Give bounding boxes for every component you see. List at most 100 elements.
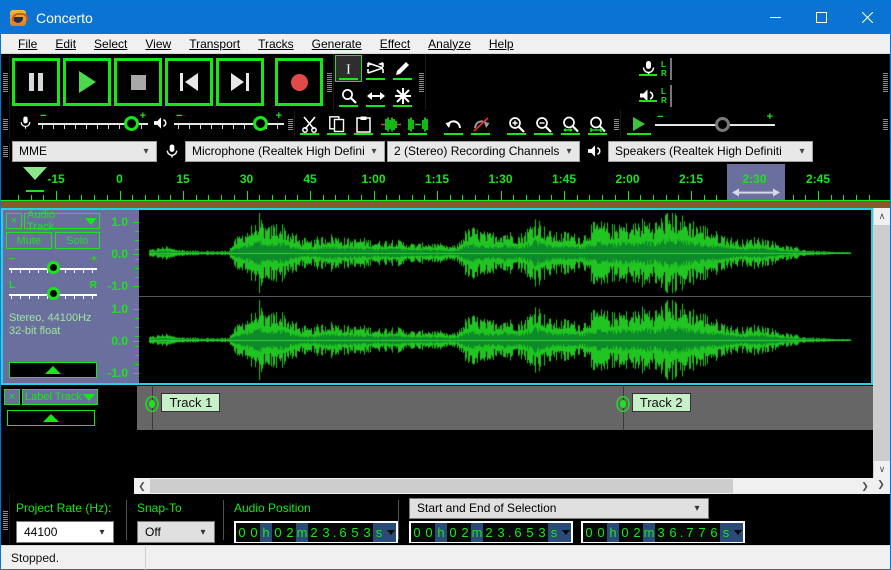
time-unit[interactable]: h — [260, 522, 272, 542]
time-spinner[interactable] — [560, 522, 571, 542]
label-text[interactable]: Track 1 — [161, 393, 221, 412]
cut-button[interactable] — [296, 111, 323, 137]
fit-selection-button[interactable] — [557, 111, 584, 137]
time-digit[interactable]: 0 — [411, 522, 423, 542]
time-digit[interactable]: 2 — [308, 522, 320, 542]
selection-drag-handle[interactable] — [729, 186, 783, 198]
audio-track[interactable]: × Audio Track Mute Solo − + L R Stereo, … — [1, 208, 873, 385]
envelope-tool[interactable] — [362, 55, 389, 82]
slider-thumb[interactable] — [715, 117, 730, 132]
record-button[interactable] — [275, 58, 323, 106]
time-digit[interactable]: 7 — [696, 522, 708, 542]
scroll-corner-arrow[interactable]: ❯ — [874, 479, 888, 492]
playback-volume-slider[interactable]: − + — [174, 110, 284, 135]
playback-meter[interactable]: L R -57-54-51-48-45-42-39-36-33-30-27-24… — [635, 83, 672, 108]
time-digit[interactable]: 6 — [667, 522, 679, 542]
snap-to-select[interactable]: Off ▾ — [137, 521, 215, 543]
time-digit[interactable]: 3 — [655, 522, 667, 542]
paste-button[interactable] — [350, 111, 377, 137]
label-track[interactable]: × Label Track Track 1 Track 2 — [1, 386, 873, 430]
copy-button[interactable] — [323, 111, 350, 137]
waveform-channel-right[interactable] — [139, 297, 859, 383]
stop-button[interactable] — [114, 58, 162, 106]
time-digit[interactable]: 6 — [512, 522, 524, 542]
zoom-tool[interactable] — [335, 82, 362, 109]
recording-volume-slider[interactable]: − + — [38, 110, 148, 135]
time-digit[interactable]: 3 — [361, 522, 373, 542]
scroll-up-button[interactable]: ∧ — [874, 208, 890, 225]
close-track-button[interactable]: × — [4, 389, 20, 405]
vertical-scrollbar[interactable]: ∧ ∨ — [873, 208, 890, 478]
zoom-out-button[interactable] — [530, 111, 557, 137]
zoom-in-button[interactable] — [503, 111, 530, 137]
time-unit[interactable]: s — [720, 522, 732, 542]
playback-meter-grip[interactable] — [881, 54, 890, 110]
multi-tool[interactable] — [389, 82, 416, 109]
time-digit[interactable]: 3 — [495, 522, 507, 542]
pan-slider[interactable]: L R — [9, 280, 97, 304]
time-unit[interactable]: s — [373, 522, 385, 542]
scroll-right-button[interactable]: ❯ — [857, 481, 873, 492]
menu-analyze[interactable]: Analyze — [419, 35, 480, 53]
track-name-dropdown[interactable]: Audio Track — [24, 209, 100, 233]
time-digit[interactable]: 0 — [583, 522, 595, 542]
timeline-ruler[interactable]: -15 0 15 30 45 1:00 1:15 1:30 1:45 2:00 2:15 2:30 2:… — [1, 164, 890, 208]
recording-meter[interactable]: L R -57-54-51-48-45-42-39-36-33-30-27-24… — [635, 56, 672, 81]
time-unit[interactable]: m — [296, 522, 308, 542]
label-handle-icon[interactable] — [145, 395, 160, 413]
silence-audio-button[interactable] — [404, 111, 431, 137]
tools-toolbar-grip[interactable] — [325, 54, 334, 110]
transport-toolbar-grip[interactable] — [1, 54, 10, 110]
time-digit[interactable]: 2 — [459, 522, 471, 542]
waveform-display[interactable] — [139, 210, 871, 383]
pinned-play-head-icon[interactable] — [23, 167, 47, 180]
menu-help[interactable]: Help — [480, 35, 523, 53]
time-digit[interactable]: 3 — [320, 522, 332, 542]
time-digit[interactable]: 3 — [536, 522, 548, 542]
play-at-speed-button[interactable] — [623, 111, 655, 137]
scroll-down-button[interactable]: ∨ — [874, 461, 890, 478]
ruler-scale[interactable]: -15 0 15 30 45 1:00 1:15 1:30 1:45 2:00 2:15 2:30 2:… — [1, 164, 890, 200]
menu-view[interactable]: View — [136, 35, 180, 53]
menu-file[interactable]: File — [9, 35, 46, 53]
horizontal-scrollbar[interactable]: ❮ ❯ — [134, 478, 873, 494]
maximize-button[interactable] — [798, 1, 844, 34]
time-unit[interactable]: m — [643, 522, 655, 542]
mixer-toolbar-grip[interactable] — [1, 110, 10, 138]
time-digit[interactable]: 0 — [447, 522, 459, 542]
recording-meter-bars[interactable]: -57-54-51-48-45-42-39-36-33-30-27-24-21-… — [670, 57, 672, 80]
selection-mode-select[interactable]: Start and End of Selection ▾ — [409, 497, 709, 519]
menu-edit[interactable]: Edit — [46, 35, 85, 53]
recording-device-select[interactable]: Microphone (Realtek High Defini ▾ — [185, 140, 385, 162]
time-digit[interactable]: 6 — [708, 522, 720, 542]
device-toolbar-grip[interactable] — [1, 142, 10, 160]
play-speed-toolbar-grip[interactable] — [612, 110, 621, 138]
time-digit[interactable]: 0 — [423, 522, 435, 542]
collapse-track-button[interactable] — [9, 362, 97, 378]
time-digit[interactable]: 2 — [631, 522, 643, 542]
menu-select[interactable]: Select — [85, 35, 136, 53]
time-digit[interactable]: 0 — [595, 522, 607, 542]
undo-button[interactable] — [440, 111, 467, 137]
audio-track-control-panel[interactable]: × Audio Track Mute Solo − + L R Stereo, … — [3, 209, 103, 383]
time-digit[interactable]: 5 — [524, 522, 536, 542]
toolbar-right-grip[interactable] — [881, 110, 890, 138]
minimize-button[interactable] — [752, 1, 798, 34]
label-text[interactable]: Track 2 — [631, 393, 691, 412]
fit-project-button[interactable] — [584, 111, 611, 137]
selection-start-field[interactable]: 00h02m23.653s — [409, 521, 573, 543]
menu-effect[interactable]: Effect — [371, 35, 419, 53]
collapse-track-button[interactable] — [7, 410, 95, 426]
vertical-ruler[interactable]: 1.0 0.0 -1.0 1.0 0.0 -1.0 — [103, 210, 139, 383]
play-speed-slider[interactable]: − + — [655, 111, 775, 136]
pause-button[interactable] — [12, 58, 60, 106]
redo-button[interactable] — [467, 111, 494, 137]
time-digit[interactable]: 2 — [483, 522, 495, 542]
solo-button[interactable]: Solo — [54, 232, 100, 249]
draw-tool[interactable] — [389, 55, 416, 82]
selection-toolbar-grip[interactable] — [1, 494, 10, 546]
time-digit[interactable]: 6 — [337, 522, 349, 542]
label-strip[interactable]: Track 1 Track 2 — [137, 386, 873, 430]
time-spinner[interactable] — [385, 522, 396, 542]
scroll-left-button[interactable]: ❮ — [134, 481, 150, 492]
